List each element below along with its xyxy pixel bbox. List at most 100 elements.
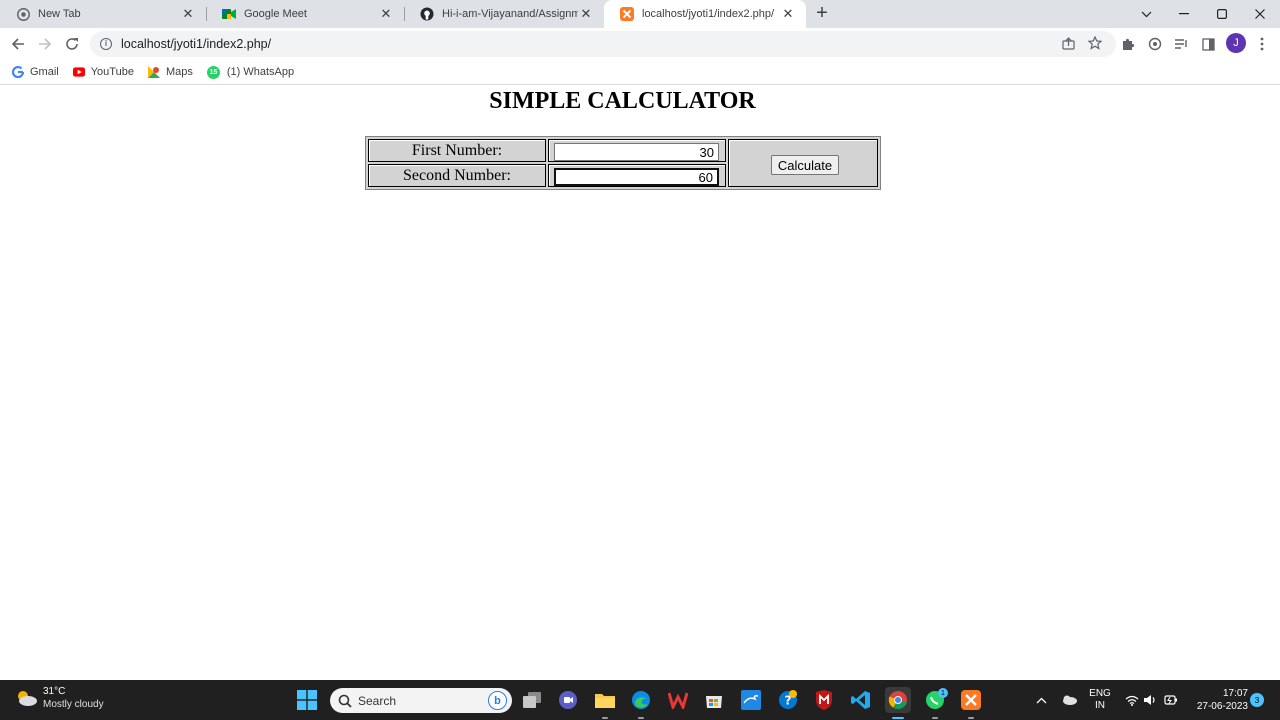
close-tab-icon[interactable]: ✕ [180, 6, 196, 22]
edge-icon[interactable] [628, 687, 654, 713]
calculate-button[interactable]: Calculate [771, 155, 839, 175]
search-icon [338, 694, 352, 708]
whatsapp-badge: 1 [938, 688, 948, 698]
github-icon [420, 7, 434, 21]
bookmark-label: YouTube [90, 66, 134, 78]
chrome-taskbar-icon[interactable] [885, 687, 911, 713]
mcafee-icon[interactable] [811, 687, 837, 713]
notification-badge[interactable]: 3 [1250, 693, 1264, 707]
microsoft-store-icon[interactable] [701, 687, 727, 713]
teams-chat-icon[interactable] [555, 687, 581, 713]
windows-start-icon[interactable] [294, 687, 320, 713]
running-indicator [968, 717, 974, 719]
taskbar-clock[interactable]: 17:07 27-06-2023 [1188, 687, 1248, 713]
close-window-icon[interactable] [1241, 0, 1279, 28]
taskbar-search[interactable]: Search b [330, 688, 512, 713]
bookmark-label: Gmail [30, 66, 59, 78]
reading-list-icon[interactable] [1171, 34, 1191, 54]
xampp-icon [620, 7, 634, 21]
vscode-icon[interactable] [848, 687, 874, 713]
bookmark-label: (1) WhatsApp [226, 66, 295, 78]
xampp-taskbar-icon[interactable] [958, 687, 984, 713]
language-indicator[interactable]: ENG IN [1086, 680, 1114, 720]
page-title: SIMPLE CALCULATOR [489, 88, 756, 114]
reload-icon[interactable] [60, 32, 84, 56]
weather-temp: 31°C [43, 686, 66, 697]
cloudy-weather-icon [14, 689, 38, 707]
whatsapp-icon: 15 [206, 65, 220, 79]
page-content: SIMPLE CALCULATOR First Number: Second N… [0, 86, 1280, 680]
get-help-icon[interactable]: ? [775, 687, 801, 713]
tab-search-chevron-icon[interactable] [1127, 0, 1165, 28]
show-hidden-icons-chevron-icon[interactable] [1032, 680, 1050, 720]
close-tab-icon[interactable]: ✕ [578, 6, 594, 22]
battery-icon[interactable] [1162, 680, 1180, 720]
first-number-input[interactable] [554, 143, 719, 161]
bookmark-maps[interactable]: Maps [147, 66, 193, 78]
second-number-label: Second Number: [368, 164, 546, 187]
weather-desc: Mostly cloudy [43, 699, 104, 710]
bookmark-whatsapp[interactable]: 15 (1) WhatsApp [206, 65, 295, 79]
tab-title: localhost/jyoti1/index2.php/ [642, 8, 775, 20]
side-panel-icon[interactable] [1198, 34, 1218, 54]
task-view-icon[interactable] [519, 687, 545, 713]
bing-icon: b [488, 691, 507, 710]
address-bar[interactable]: i localhost/jyoti1/index2.php/ [90, 31, 1116, 57]
file-explorer-icon[interactable] [592, 687, 618, 713]
tab-google-meet[interactable]: Google Meet ✕ [206, 0, 404, 28]
close-tab-icon[interactable]: ✕ [378, 6, 394, 22]
first-number-label: First Number: [368, 139, 546, 162]
tab-strip: New Tab ✕ Google Meet ✕ Hi-i-am-Vijayana… [0, 0, 1280, 28]
bookmark-gmail[interactable]: Gmail [12, 66, 59, 78]
tab-new-tab[interactable]: New Tab ✕ [0, 0, 206, 28]
google-meet-icon [222, 7, 236, 21]
address-url: localhost/jyoti1/index2.php/ [121, 37, 272, 51]
tab-title: New Tab [38, 8, 81, 20]
gmail-icon [12, 66, 24, 78]
first-number-cell [548, 139, 726, 162]
onedrive-cloud-icon[interactable] [1058, 680, 1080, 720]
tab-github[interactable]: Hi-i-am-Vijayanand/Assignment ✕ [404, 0, 604, 28]
svg-text:?: ? [785, 694, 792, 708]
bookmark-youtube[interactable]: YouTube [72, 66, 134, 78]
chrome-icon [16, 7, 30, 21]
extension-icon[interactable] [1145, 34, 1165, 54]
calculate-cell: Calculate [728, 139, 878, 187]
tab-title: Hi-i-am-Vijayanand/Assignment [442, 8, 578, 20]
tab-title: Google Meet [244, 8, 307, 20]
running-indicator [602, 717, 608, 719]
back-icon[interactable] [6, 32, 30, 56]
youtube-icon [72, 66, 85, 78]
bookmark-label: Maps [165, 66, 193, 78]
calculator-table: First Number: Second Number: Calculate [365, 136, 881, 190]
close-tab-icon[interactable]: ✕ [780, 6, 796, 22]
restore-icon[interactable] [1203, 0, 1241, 28]
clock-time: 17:07 [1222, 688, 1248, 699]
weather-widget[interactable]: 31°C Mostly cloudy [14, 685, 104, 711]
mysql-workbench-icon[interactable] [738, 687, 764, 713]
minimize-icon[interactable] [1165, 0, 1203, 28]
site-info-icon[interactable]: i [100, 38, 112, 50]
forward-icon[interactable] [33, 32, 57, 56]
language-code: ENG [1089, 688, 1111, 699]
menu-kebab-icon[interactable] [1252, 34, 1272, 54]
bookmarks-bar: Gmail YouTube Maps 15 (1) WhatsApp [0, 60, 1280, 85]
windows-taskbar: 31°C Mostly cloudy Search b ? 1 ENG IN 1… [0, 680, 1280, 720]
search-placeholder: Search [358, 693, 397, 708]
volume-icon[interactable] [1142, 680, 1158, 720]
second-number-input[interactable] [554, 168, 719, 186]
profile-avatar[interactable]: J [1226, 33, 1246, 53]
second-number-cell [548, 164, 726, 187]
tab-localhost[interactable]: localhost/jyoti1/index2.php/ ✕ [604, 0, 806, 28]
extensions-puzzle-icon[interactable] [1118, 34, 1138, 54]
language-region: IN [1095, 700, 1105, 711]
new-tab-icon[interactable]: + [812, 3, 832, 24]
bookmark-star-icon[interactable] [1085, 33, 1105, 53]
running-indicator [638, 717, 644, 719]
wifi-icon[interactable] [1124, 680, 1140, 720]
wps-office-icon[interactable] [665, 687, 691, 713]
clock-date: 27-06-2023 [1196, 701, 1248, 712]
share-icon[interactable] [1058, 33, 1078, 53]
maps-icon [147, 66, 160, 78]
running-indicator [932, 717, 938, 719]
